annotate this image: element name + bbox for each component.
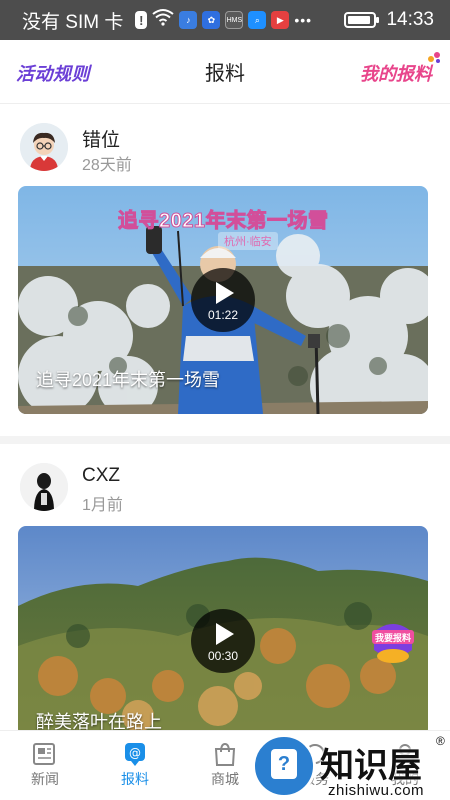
- video-caption: 追寻2021年末第一场雪: [36, 370, 221, 390]
- status-bar: 没有 SIM 卡 ! ♪ ✿ HMS ⌕ ▶ ••• 14:33: [0, 0, 450, 40]
- video-duration: 01:22: [207, 308, 239, 322]
- tab-label: 新闻: [31, 771, 59, 787]
- svg-text:@: @: [129, 746, 141, 760]
- avatar[interactable]: [20, 123, 68, 171]
- video-caption: 醉美落叶在路上: [36, 712, 162, 730]
- play-icon: [216, 623, 234, 645]
- baidu-icon: ✿: [202, 11, 221, 29]
- video-card[interactable]: 我要报料 00:30 醉美落叶在路上: [18, 526, 428, 730]
- tab-news[interactable]: 新闻: [0, 731, 90, 800]
- hms-icon: HMS: [225, 11, 244, 29]
- post-username: CXZ: [82, 465, 120, 486]
- battery-icon: [344, 12, 380, 28]
- more-icon: •••: [294, 12, 313, 28]
- avatar[interactable]: [20, 463, 68, 511]
- video-duration: 00:30: [207, 649, 239, 663]
- video-card[interactable]: 追寻2021年末第一场雪 杭州·临安 01:22 追寻2021年末第一场雪: [18, 186, 428, 414]
- tab-label: 商城: [211, 771, 239, 787]
- post-time: 1月前: [82, 497, 123, 514]
- video-overlay-title: 追寻2021年末第一场雪: [118, 210, 329, 233]
- watermark-logo-icon: ?: [252, 734, 316, 798]
- wifi-icon: [152, 8, 174, 32]
- search-app-icon: ⌕: [248, 11, 267, 29]
- tab-label: 报料: [121, 771, 149, 787]
- page-title: 报料: [205, 63, 245, 85]
- post-username: 错位: [82, 130, 121, 151]
- tab-report[interactable]: @ 报料: [90, 731, 180, 800]
- feed-divider: [0, 436, 450, 444]
- my-reports-link[interactable]: 我的报料: [360, 52, 440, 86]
- watermark-registered: ®: [436, 734, 445, 748]
- alert-icon: !: [135, 11, 148, 29]
- report-badge[interactable]: 我要报料: [368, 612, 418, 668]
- play-button[interactable]: 01:22: [191, 268, 255, 332]
- video-overlay-subtitle: 杭州·临安: [218, 232, 278, 250]
- report-badge-text: 我要报料: [375, 632, 411, 644]
- my-reports-label: 我的报料: [360, 64, 432, 84]
- post-time: 28天前: [82, 157, 132, 174]
- clock: 14:33: [386, 9, 434, 30]
- page-header: 活动规则 报料 我的报料: [0, 40, 450, 104]
- watermark: ? 知识屋 ® zhishiwu.com: [250, 730, 450, 800]
- video-app-icon: ▶: [271, 11, 290, 29]
- play-button[interactable]: 00:30: [191, 609, 255, 673]
- post-header: 错位 28天前: [20, 123, 430, 183]
- play-icon: [216, 282, 234, 304]
- watermark-text: 知识屋: [320, 747, 422, 785]
- shop-icon: [211, 741, 239, 767]
- carrier-text: 没有 SIM 卡: [22, 11, 124, 33]
- activity-rules-link[interactable]: 活动规则: [16, 60, 90, 86]
- watermark-url: zhishiwu.com: [328, 782, 425, 799]
- music-icon: ♪: [179, 11, 198, 29]
- news-icon: [31, 741, 59, 767]
- report-feed[interactable]: 错位 28天前 追寻2021年末第一场雪 杭州·临安 01:22 追寻2021年…: [0, 105, 450, 730]
- sparkle-icon: [428, 52, 442, 66]
- post-header: CXZ 1月前: [20, 463, 430, 523]
- report-icon: @: [121, 741, 149, 767]
